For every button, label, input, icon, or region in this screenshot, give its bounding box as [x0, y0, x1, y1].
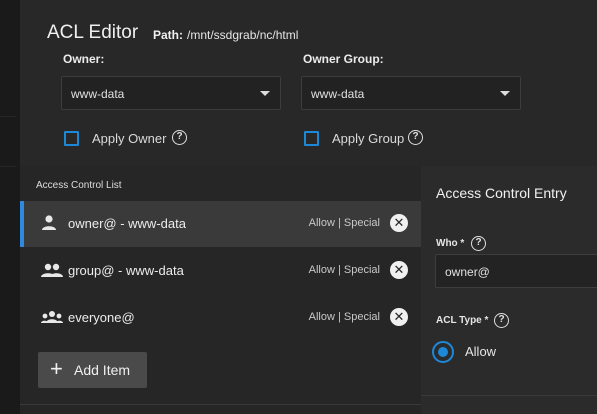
who-label-text: Who *	[436, 238, 465, 249]
add-item-button[interactable]: + Add Item	[38, 352, 147, 388]
owner-label: Owner:	[63, 52, 105, 66]
owner-select-value: www-data	[71, 87, 125, 101]
apply-owner-label[interactable]: Apply Owner	[92, 131, 166, 146]
acl-item-permission: Allow | Special	[308, 264, 380, 276]
page-title: ACL Editor	[47, 22, 139, 43]
remove-icon[interactable]: ✕	[390, 308, 408, 326]
divider	[421, 395, 597, 396]
left-edge-strip	[0, 0, 20, 414]
entry-title: Access Control Entry	[436, 185, 567, 201]
apply-group-row: Apply Group ?	[304, 130, 444, 148]
help-icon[interactable]: ?	[172, 130, 187, 145]
acl-list-title: Access Control List	[36, 180, 122, 191]
selected-indicator	[20, 201, 24, 247]
apply-owner-checkbox[interactable]	[64, 131, 79, 146]
group-icon	[41, 263, 63, 277]
path-value: /mnt/ssdgrab/nc/html	[187, 28, 299, 42]
acl-type-label-text: ACL Type *	[436, 315, 489, 326]
acl-item-name: group@ - www-data	[68, 263, 184, 278]
access-control-list-panel: Access Control List owner@ - www-data Al…	[20, 166, 421, 414]
help-icon[interactable]: ?	[494, 313, 509, 328]
owner-group-select[interactable]: www-data	[301, 76, 521, 110]
divider	[0, 166, 16, 167]
allow-radio[interactable]	[432, 341, 454, 363]
acl-item-name: owner@ - www-data	[68, 216, 186, 231]
acl-list-item[interactable]: owner@ - www-data Allow | Special ✕	[20, 201, 421, 247]
help-icon[interactable]: ?	[471, 236, 486, 251]
apply-group-label[interactable]: Apply Group	[332, 131, 404, 146]
who-select[interactable]: owner@	[435, 254, 597, 288]
divider	[0, 116, 16, 117]
acl-list-item[interactable]: everyone@ Allow | Special ✕	[20, 295, 421, 341]
acl-type-label: ACL Type *	[436, 315, 488, 326]
acl-editor-header-panel: ACL Editor Path: /mnt/ssdgrab/nc/html Ow…	[20, 0, 597, 166]
allow-radio-label[interactable]: Allow	[465, 344, 496, 359]
owner-group-select-value: www-data	[311, 87, 365, 101]
help-icon[interactable]: ?	[408, 130, 423, 145]
access-control-entry-panel: Access Control Entry Who * ? owner@ ACL …	[421, 166, 597, 414]
owner-group-label: Owner Group:	[303, 52, 384, 66]
plus-icon: +	[50, 356, 63, 381]
remove-icon[interactable]: ✕	[390, 261, 408, 279]
acl-item-permission: Allow | Special	[308, 311, 380, 323]
acl-item-permission: Allow | Special	[308, 217, 380, 229]
owner-select[interactable]: www-data	[61, 76, 281, 110]
who-value: owner@	[445, 265, 490, 279]
path-label: Path:	[153, 28, 183, 42]
apply-group-checkbox[interactable]	[304, 131, 319, 146]
caret-down-icon	[500, 91, 510, 96]
add-item-label: Add Item	[74, 362, 131, 378]
remove-icon[interactable]: ✕	[390, 214, 408, 232]
acl-list-item[interactable]: group@ - www-data Allow | Special ✕	[20, 248, 421, 294]
who-label: Who *	[436, 238, 464, 249]
divider	[20, 404, 421, 405]
apply-owner-row: Apply Owner ?	[64, 130, 204, 148]
groups-icon	[41, 311, 63, 323]
radio-dot	[438, 347, 448, 357]
acl-item-name: everyone@	[68, 310, 135, 325]
caret-down-icon	[260, 91, 270, 96]
person-icon	[42, 215, 56, 230]
